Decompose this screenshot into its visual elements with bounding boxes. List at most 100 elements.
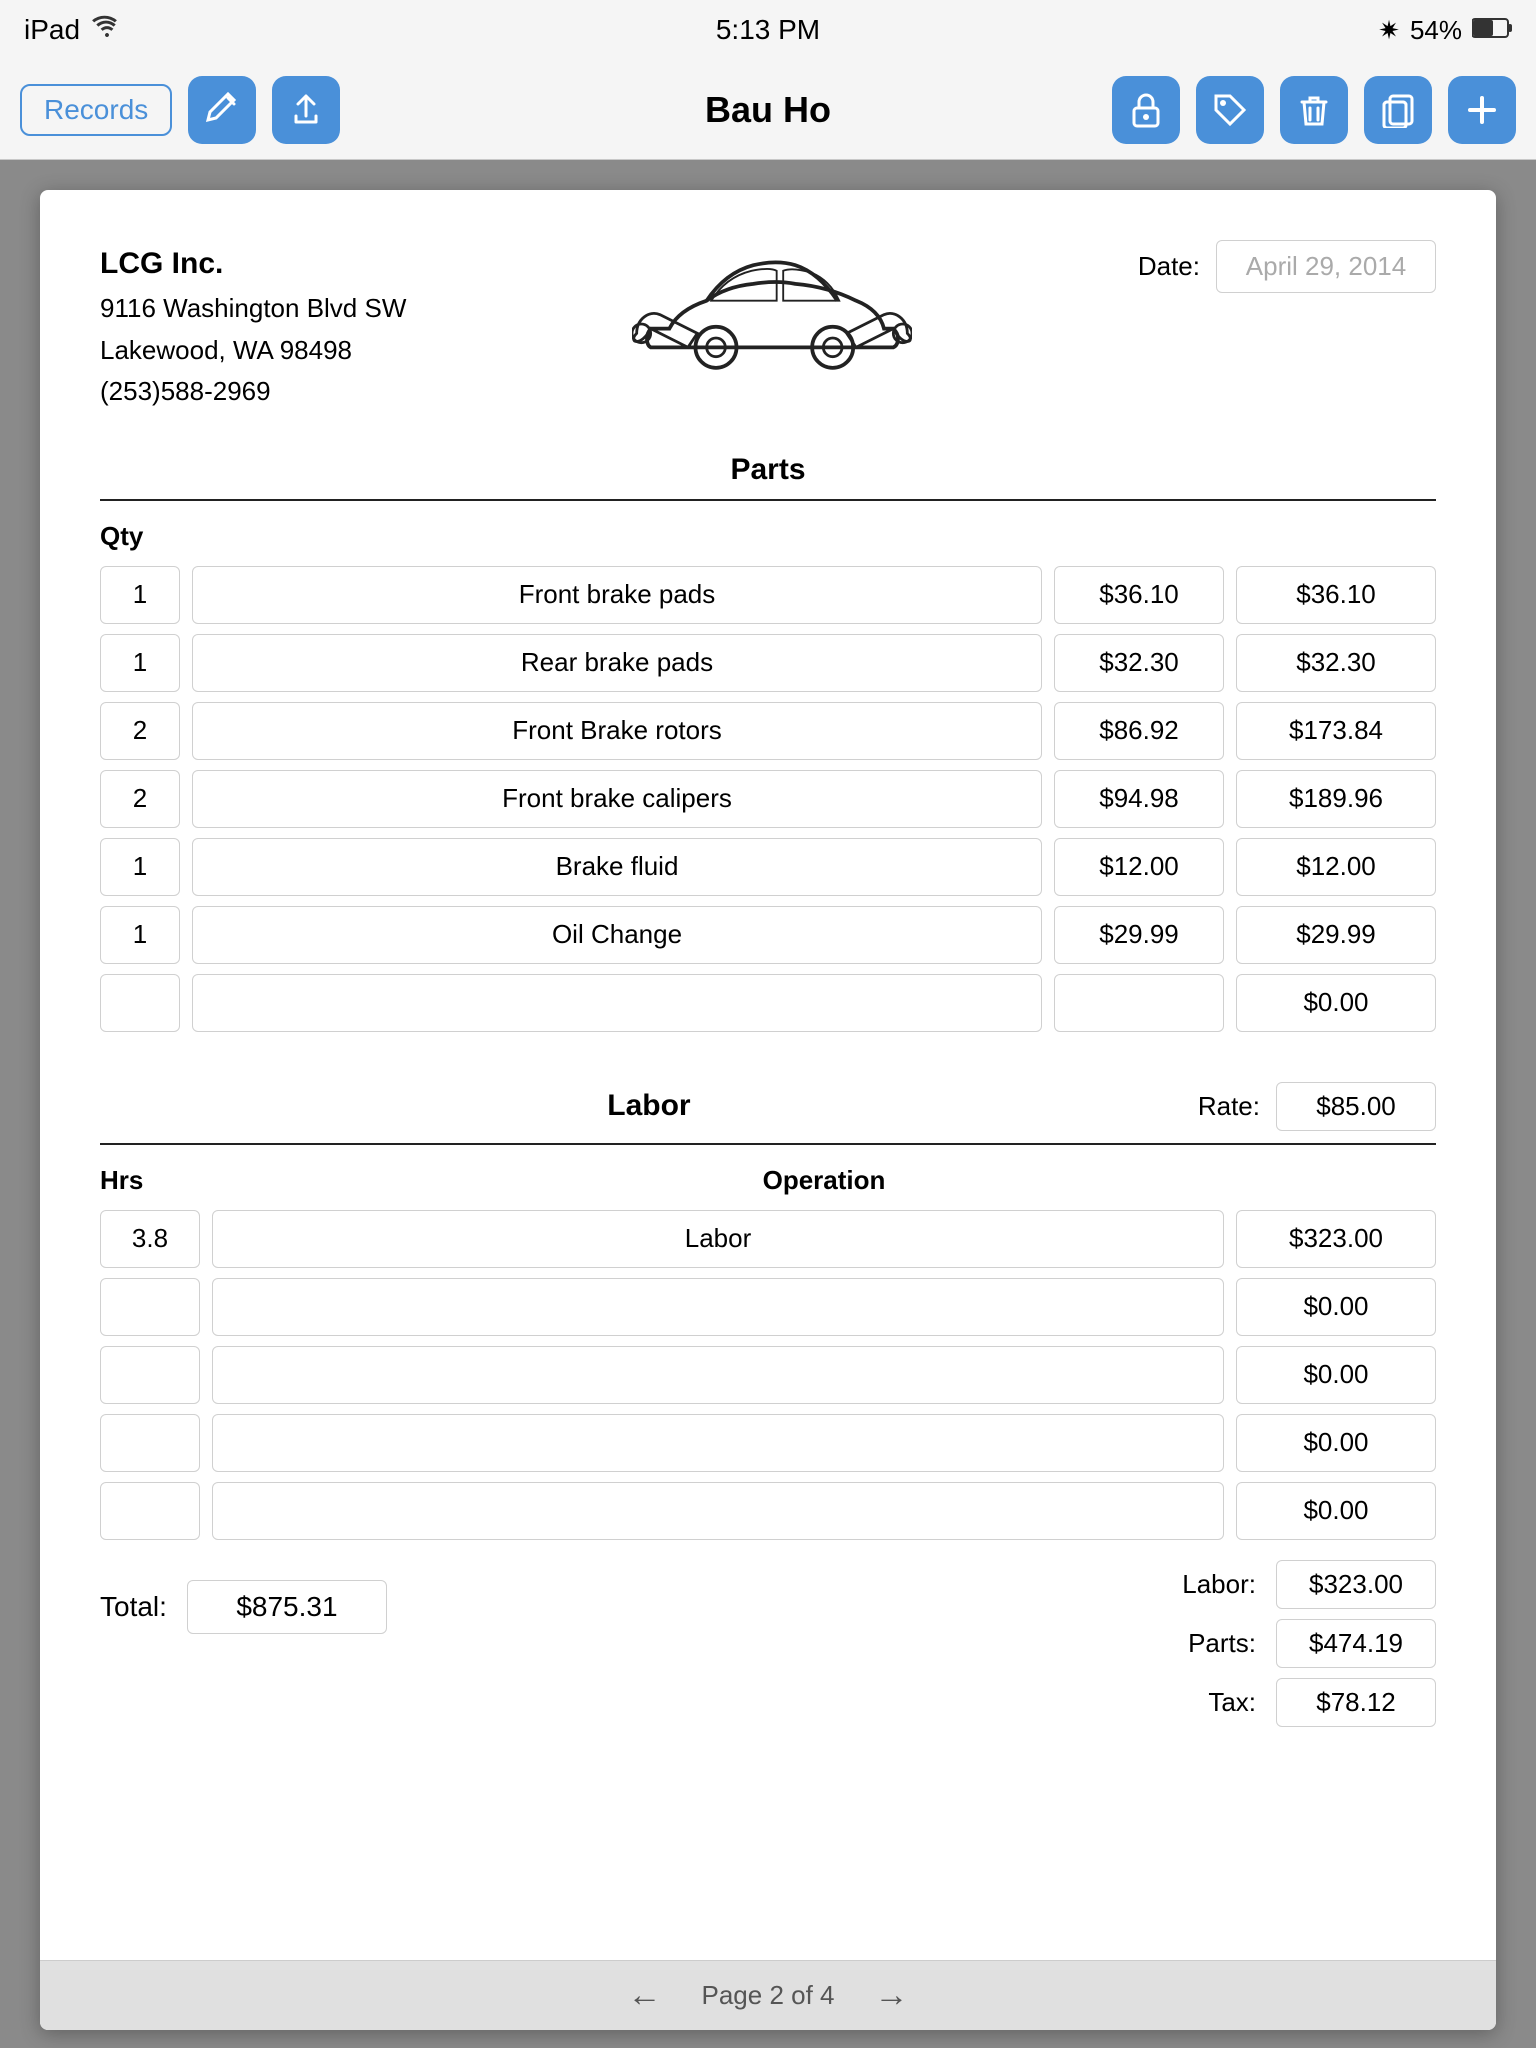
tax-sum-value: $78.12 <box>1276 1678 1436 1727</box>
qty-header: Qty <box>100 521 1436 552</box>
status-time: 5:13 PM <box>716 14 820 46</box>
part-unit[interactable]: $94.98 <box>1054 770 1224 828</box>
bluetooth-icon: ✷ <box>1378 15 1400 46</box>
part-unit[interactable]: $86.92 <box>1054 702 1224 760</box>
parts-row[interactable]: 1 Rear brake pads $32.30 $32.30 <box>100 634 1436 692</box>
company-phone: (253)588-2969 <box>100 371 406 413</box>
part-desc[interactable]: Front brake calipers <box>192 770 1042 828</box>
part-total[interactable]: $29.99 <box>1236 906 1436 964</box>
labor-col-headers: Hrs Operation <box>100 1165 1436 1196</box>
part-desc[interactable]: Oil Change <box>192 906 1042 964</box>
total-value[interactable]: $875.31 <box>187 1580 387 1634</box>
rate-value[interactable]: $85.00 <box>1276 1082 1436 1131</box>
parts-summary-row: Parts: $474.19 <box>1176 1619 1436 1668</box>
copy-button[interactable] <box>1364 76 1432 144</box>
parts-row[interactable]: $0.00 <box>100 974 1436 1032</box>
part-unit[interactable]: $12.00 <box>1054 838 1224 896</box>
part-total[interactable]: $12.00 <box>1236 838 1436 896</box>
total-label: Total: <box>100 1591 167 1623</box>
labor-total[interactable]: $323.00 <box>1236 1210 1436 1268</box>
parts-row[interactable]: 1 Front brake pads $36.10 $36.10 <box>100 566 1436 624</box>
labor-op[interactable] <box>212 1414 1224 1472</box>
part-unit[interactable]: $32.30 <box>1054 634 1224 692</box>
labor-summary-row: Labor: $323.00 <box>1176 1560 1436 1609</box>
labor-title: Labor <box>100 1089 1198 1123</box>
doc-header: LCG Inc. 9116 Washington Blvd SW Lakewoo… <box>100 240 1436 413</box>
device-label: iPad <box>24 14 80 46</box>
part-total[interactable]: $0.00 <box>1236 974 1436 1032</box>
page-label: Page 2 of 4 <box>702 1980 835 2011</box>
labor-total[interactable]: $0.00 <box>1236 1414 1436 1472</box>
labor-hrs[interactable] <box>100 1278 200 1336</box>
labor-total[interactable]: $0.00 <box>1236 1278 1436 1336</box>
edit-button[interactable] <box>188 76 256 144</box>
labor-total[interactable]: $0.00 <box>1236 1482 1436 1540</box>
date-value[interactable]: April 29, 2014 <box>1216 240 1436 293</box>
wifi-icon <box>92 14 122 46</box>
part-unit[interactable]: $29.99 <box>1054 906 1224 964</box>
part-qty[interactable]: 1 <box>100 838 180 896</box>
share-button[interactable] <box>272 76 340 144</box>
car-logo <box>406 240 1137 380</box>
labor-section-header: Labor Rate: $85.00 <box>100 1082 1436 1145</box>
company-info: LCG Inc. 9116 Washington Blvd SW Lakewoo… <box>100 240 406 413</box>
delete-button[interactable] <box>1280 76 1348 144</box>
part-total[interactable]: $173.84 <box>1236 702 1436 760</box>
part-total[interactable]: $189.96 <box>1236 770 1436 828</box>
labor-row[interactable]: $0.00 <box>100 1414 1436 1472</box>
labor-total[interactable]: $0.00 <box>1236 1346 1436 1404</box>
op-header: Operation <box>212 1165 1436 1196</box>
summary-section: Total: $875.31 Labor: $323.00 Parts: $47… <box>100 1560 1436 1727</box>
parts-row[interactable]: 2 Front Brake rotors $86.92 $173.84 <box>100 702 1436 760</box>
labor-hrs[interactable] <box>100 1482 200 1540</box>
part-qty[interactable]: 1 <box>100 906 180 964</box>
part-desc[interactable] <box>192 974 1042 1032</box>
labor-hrs[interactable]: 3.8 <box>100 1210 200 1268</box>
battery-label: 54% <box>1410 15 1462 46</box>
status-bar: iPad 5:13 PM ✷ 54% <box>0 0 1536 60</box>
labor-hrs[interactable] <box>100 1346 200 1404</box>
add-button[interactable] <box>1448 76 1516 144</box>
labor-row[interactable]: $0.00 <box>100 1346 1436 1404</box>
part-desc[interactable]: Front brake pads <box>192 566 1042 624</box>
labor-hrs[interactable] <box>100 1414 200 1472</box>
parts-row[interactable]: 1 Brake fluid $12.00 $12.00 <box>100 838 1436 896</box>
part-qty[interactable]: 1 <box>100 566 180 624</box>
part-desc[interactable]: Front Brake rotors <box>192 702 1042 760</box>
part-desc[interactable]: Rear brake pads <box>192 634 1042 692</box>
tag-button[interactable] <box>1196 76 1264 144</box>
page-nav: ← Page 2 of 4 → <box>40 1960 1496 2030</box>
part-qty[interactable]: 2 <box>100 770 180 828</box>
next-page-button[interactable]: → <box>875 1976 909 2015</box>
part-desc[interactable]: Brake fluid <box>192 838 1042 896</box>
part-total[interactable]: $36.10 <box>1236 566 1436 624</box>
prev-page-button[interactable]: ← <box>628 1976 662 2015</box>
part-qty[interactable] <box>100 974 180 1032</box>
labor-row[interactable]: 3.8 Labor $323.00 <box>100 1210 1436 1268</box>
hrs-header: Hrs <box>100 1165 200 1196</box>
date-label: Date: <box>1138 251 1200 282</box>
labor-op[interactable] <box>212 1278 1224 1336</box>
records-button[interactable]: Records <box>20 84 172 136</box>
part-unit[interactable] <box>1054 974 1224 1032</box>
tax-sum-label: Tax: <box>1176 1687 1256 1718</box>
part-unit[interactable]: $36.10 <box>1054 566 1224 624</box>
parts-row[interactable]: 1 Oil Change $29.99 $29.99 <box>100 906 1436 964</box>
labor-sum-label: Labor: <box>1176 1569 1256 1600</box>
labor-table: 3.8 Labor $323.00 $0.00 $0.00 $0.00 $0.0… <box>100 1210 1436 1540</box>
part-total[interactable]: $32.30 <box>1236 634 1436 692</box>
labor-row[interactable]: $0.00 <box>100 1482 1436 1540</box>
summary-right: Labor: $323.00 Parts: $474.19 Tax: $78.1… <box>1176 1560 1436 1727</box>
labor-op[interactable] <box>212 1482 1224 1540</box>
tax-summary-row: Tax: $78.12 <box>1176 1678 1436 1727</box>
labor-op[interactable] <box>212 1346 1224 1404</box>
labor-op[interactable]: Labor <box>212 1210 1224 1268</box>
parts-sum-label: Parts: <box>1176 1628 1256 1659</box>
labor-sum-value: $323.00 <box>1276 1560 1436 1609</box>
lock-button[interactable] <box>1112 76 1180 144</box>
part-qty[interactable]: 2 <box>100 702 180 760</box>
date-section: Date: April 29, 2014 <box>1138 240 1436 293</box>
labor-row[interactable]: $0.00 <box>100 1278 1436 1336</box>
parts-row[interactable]: 2 Front brake calipers $94.98 $189.96 <box>100 770 1436 828</box>
part-qty[interactable]: 1 <box>100 634 180 692</box>
